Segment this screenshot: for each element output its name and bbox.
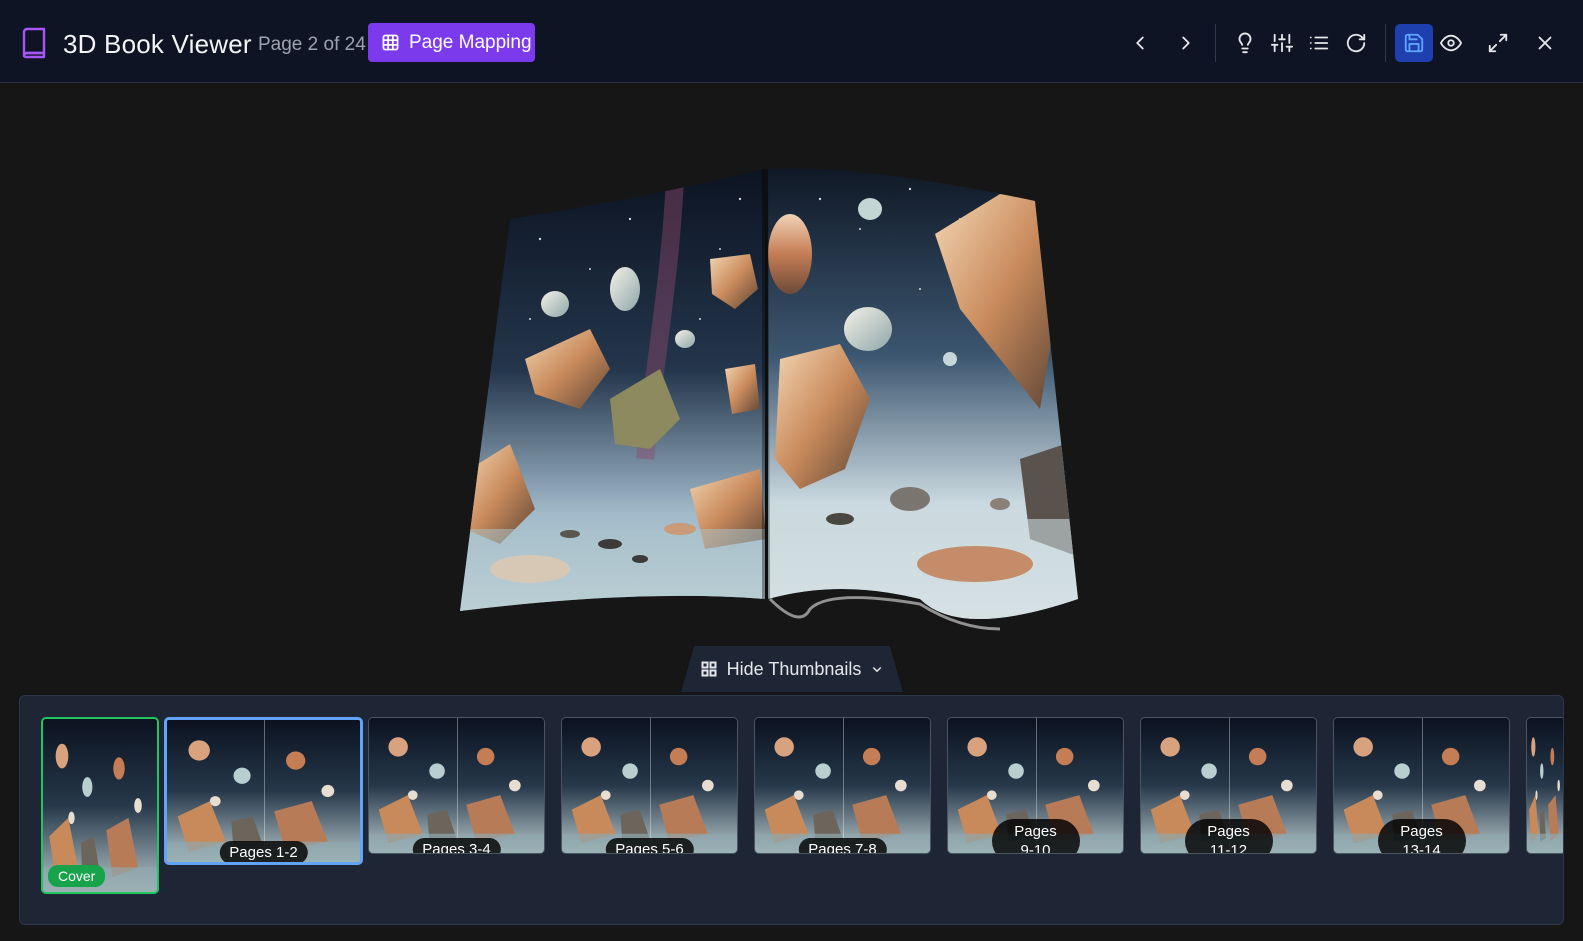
thumbnail-label: Pages 1-2 bbox=[219, 841, 308, 862]
refresh-icon bbox=[1346, 33, 1366, 53]
book-stage bbox=[0, 84, 1583, 694]
close-icon bbox=[1538, 36, 1552, 50]
chevron-down-icon bbox=[873, 666, 882, 673]
grid-small-icon bbox=[701, 661, 717, 677]
thumbnail-pages-1-2[interactable]: Pages 1-2 bbox=[164, 717, 363, 865]
thumbnail-pages-11-12[interactable]: Pages 11-12 bbox=[1140, 717, 1317, 854]
app-title: 3D Book Viewer bbox=[63, 29, 252, 59]
contents-button[interactable] bbox=[1300, 24, 1338, 62]
fullscreen-button[interactable] bbox=[1479, 24, 1517, 62]
thumbnail-label-line: Pages bbox=[1400, 823, 1443, 840]
lightbulb-icon bbox=[1238, 32, 1252, 54]
thumbnail-label: Pages 7-8 bbox=[798, 838, 887, 853]
thumbnail-label-line: 9-10 bbox=[1020, 842, 1051, 854]
eye-icon bbox=[1440, 34, 1462, 52]
preview-button[interactable] bbox=[1432, 24, 1470, 62]
thumbnail-cover[interactable]: Cover bbox=[41, 717, 159, 894]
settings-button[interactable] bbox=[1263, 24, 1301, 62]
thumbnail-pages-9-10[interactable]: Pages 9-10 bbox=[947, 717, 1124, 854]
chevron-left-icon bbox=[1136, 36, 1144, 50]
thumbnail-next-partial[interactable] bbox=[1526, 717, 1563, 854]
hide-thumbnails-toggle[interactable]: Hide Thumbnails bbox=[681, 646, 903, 692]
save-button[interactable] bbox=[1395, 24, 1433, 62]
sliders-icon bbox=[1271, 33, 1293, 53]
thumbnail-spine bbox=[456, 718, 458, 853]
hide-thumbnails-label: Hide Thumbnails bbox=[726, 658, 862, 679]
top-bar: 3D Book Viewer Page 2 of 24 Page Mapping bbox=[0, 0, 1583, 83]
thumbnail-label-line: Pages bbox=[1014, 823, 1057, 840]
thumbnail-pages-7-8[interactable]: Pages 7-8 bbox=[754, 717, 931, 854]
thumbnail-pages-5-6[interactable]: Pages 5-6 bbox=[561, 717, 738, 854]
toolbar-divider bbox=[1215, 24, 1216, 62]
thumbnail-label: Pages 11-12 bbox=[1184, 819, 1273, 854]
previous-page-button[interactable] bbox=[1121, 24, 1159, 62]
save-icon bbox=[1404, 33, 1424, 53]
page-indicator: Page 2 of 24 bbox=[258, 34, 366, 55]
open-book-3d[interactable] bbox=[440, 159, 1100, 649]
expand-icon bbox=[1488, 33, 1508, 53]
thumbnail-pages-3-4[interactable]: Pages 3-4 bbox=[368, 717, 545, 854]
thumbnail-spine bbox=[842, 718, 844, 853]
thumbnail-label: Pages 9-10 bbox=[991, 819, 1080, 854]
thumbnail-label-line: 13-14 bbox=[1402, 842, 1441, 854]
list-icon bbox=[1309, 36, 1329, 50]
grid-icon bbox=[382, 34, 399, 51]
lighting-button[interactable] bbox=[1226, 24, 1264, 62]
thumbnail-label-line: Pages bbox=[1207, 823, 1250, 840]
book-icon bbox=[22, 27, 46, 59]
toolbar-divider bbox=[1385, 24, 1386, 62]
next-page-button[interactable] bbox=[1167, 24, 1205, 62]
thumbnail-label: Pages 13-14 bbox=[1377, 819, 1466, 854]
thumbnail-partial-image bbox=[1527, 718, 1563, 853]
chevron-right-icon bbox=[1182, 36, 1190, 50]
page-mapping-button[interactable]: Page Mapping bbox=[368, 23, 535, 62]
thumbnail-strip: Cover Pages 1-2 Pages 3-4 Pages 5-6 Page… bbox=[19, 695, 1564, 925]
reset-view-button[interactable] bbox=[1337, 24, 1375, 62]
close-button[interactable] bbox=[1526, 24, 1564, 62]
cover-badge: Cover bbox=[48, 865, 106, 887]
thumbnail-spine bbox=[649, 718, 651, 853]
page-mapping-label: Page Mapping bbox=[409, 31, 532, 53]
thumbnail-label: Pages 5-6 bbox=[605, 838, 694, 853]
thumbnail-label-line: 11-12 bbox=[1209, 842, 1248, 854]
thumbnail-label: Pages 3-4 bbox=[412, 838, 501, 853]
thumbnail-pages-13-14[interactable]: Pages 13-14 bbox=[1333, 717, 1510, 854]
